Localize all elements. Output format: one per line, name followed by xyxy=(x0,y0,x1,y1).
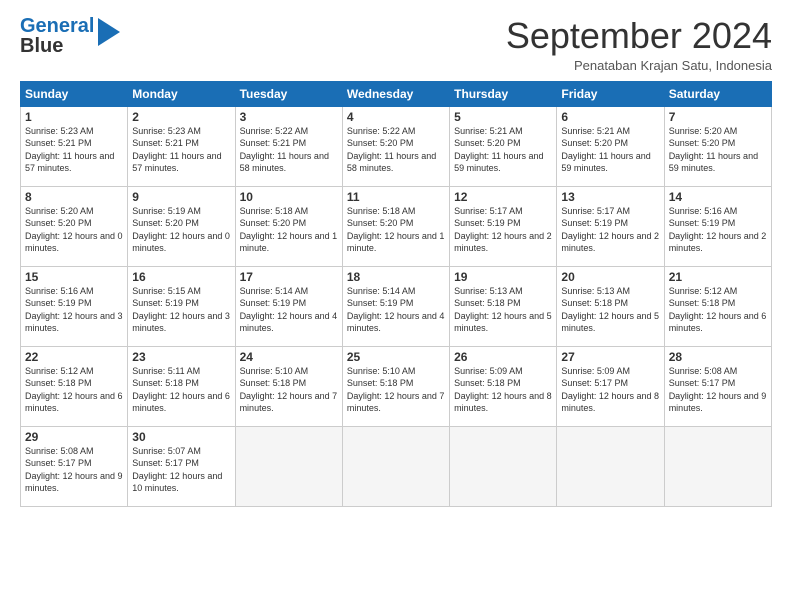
day-10: 10Sunrise: 5:18 AMSunset: 5:20 PMDayligh… xyxy=(235,186,342,266)
day-28: 28Sunrise: 5:08 AMSunset: 5:17 PMDayligh… xyxy=(664,346,771,426)
day-8: 8Sunrise: 5:20 AMSunset: 5:20 PMDaylight… xyxy=(21,186,128,266)
day-16: 16Sunrise: 5:15 AMSunset: 5:19 PMDayligh… xyxy=(128,266,235,346)
day-empty xyxy=(664,426,771,506)
day-20: 20Sunrise: 5:13 AMSunset: 5:18 PMDayligh… xyxy=(557,266,664,346)
calendar-table: Sunday Monday Tuesday Wednesday Thursday… xyxy=(20,81,772,507)
day-14: 14Sunrise: 5:16 AMSunset: 5:19 PMDayligh… xyxy=(664,186,771,266)
col-friday: Friday xyxy=(557,81,664,106)
day-empty xyxy=(342,426,449,506)
day-12: 12Sunrise: 5:17 AMSunset: 5:19 PMDayligh… xyxy=(450,186,557,266)
day-21: 21Sunrise: 5:12 AMSunset: 5:18 PMDayligh… xyxy=(664,266,771,346)
day-26: 26Sunrise: 5:09 AMSunset: 5:18 PMDayligh… xyxy=(450,346,557,426)
day-9: 9Sunrise: 5:19 AMSunset: 5:20 PMDaylight… xyxy=(128,186,235,266)
day-empty xyxy=(235,426,342,506)
calendar-header-row: Sunday Monday Tuesday Wednesday Thursday… xyxy=(21,81,772,106)
day-11: 11Sunrise: 5:18 AMSunset: 5:20 PMDayligh… xyxy=(342,186,449,266)
day-23: 23Sunrise: 5:11 AMSunset: 5:18 PMDayligh… xyxy=(128,346,235,426)
logo-general: General xyxy=(20,16,94,36)
day-24: 24Sunrise: 5:10 AMSunset: 5:18 PMDayligh… xyxy=(235,346,342,426)
col-saturday: Saturday xyxy=(664,81,771,106)
location: Penataban Krajan Satu, Indonesia xyxy=(506,58,772,73)
day-5: 5Sunrise: 5:21 AMSunset: 5:20 PMDaylight… xyxy=(450,106,557,186)
day-27: 27Sunrise: 5:09 AMSunset: 5:17 PMDayligh… xyxy=(557,346,664,426)
day-3: 3Sunrise: 5:22 AMSunset: 5:21 PMDaylight… xyxy=(235,106,342,186)
day-7: 7Sunrise: 5:20 AMSunset: 5:20 PMDaylight… xyxy=(664,106,771,186)
col-tuesday: Tuesday xyxy=(235,81,342,106)
logo: General Blue xyxy=(20,16,120,56)
title-block: September 2024 Penataban Krajan Satu, In… xyxy=(506,16,772,73)
day-4: 4Sunrise: 5:22 AMSunset: 5:20 PMDaylight… xyxy=(342,106,449,186)
day-empty xyxy=(450,426,557,506)
day-6: 6Sunrise: 5:21 AMSunset: 5:20 PMDaylight… xyxy=(557,106,664,186)
day-25: 25Sunrise: 5:10 AMSunset: 5:18 PMDayligh… xyxy=(342,346,449,426)
calendar-week-3: 15Sunrise: 5:16 AMSunset: 5:19 PMDayligh… xyxy=(21,266,772,346)
day-30: 30Sunrise: 5:07 AMSunset: 5:17 PMDayligh… xyxy=(128,426,235,506)
col-wednesday: Wednesday xyxy=(342,81,449,106)
logo-arrow-icon xyxy=(98,18,120,46)
day-13: 13Sunrise: 5:17 AMSunset: 5:19 PMDayligh… xyxy=(557,186,664,266)
day-17: 17Sunrise: 5:14 AMSunset: 5:19 PMDayligh… xyxy=(235,266,342,346)
day-18: 18Sunrise: 5:14 AMSunset: 5:19 PMDayligh… xyxy=(342,266,449,346)
month-title: September 2024 xyxy=(506,16,772,56)
calendar-week-4: 22Sunrise: 5:12 AMSunset: 5:18 PMDayligh… xyxy=(21,346,772,426)
day-2: 2Sunrise: 5:23 AMSunset: 5:21 PMDaylight… xyxy=(128,106,235,186)
calendar-week-5: 29Sunrise: 5:08 AMSunset: 5:17 PMDayligh… xyxy=(21,426,772,506)
day-29: 29Sunrise: 5:08 AMSunset: 5:17 PMDayligh… xyxy=(21,426,128,506)
calendar-week-1: 1Sunrise: 5:23 AMSunset: 5:21 PMDaylight… xyxy=(21,106,772,186)
day-empty xyxy=(557,426,664,506)
header: General Blue September 2024 Penataban Kr… xyxy=(20,16,772,73)
calendar-week-2: 8Sunrise: 5:20 AMSunset: 5:20 PMDaylight… xyxy=(21,186,772,266)
col-monday: Monday xyxy=(128,81,235,106)
day-19: 19Sunrise: 5:13 AMSunset: 5:18 PMDayligh… xyxy=(450,266,557,346)
day-15: 15Sunrise: 5:16 AMSunset: 5:19 PMDayligh… xyxy=(21,266,128,346)
day-22: 22Sunrise: 5:12 AMSunset: 5:18 PMDayligh… xyxy=(21,346,128,426)
day-1: 1Sunrise: 5:23 AMSunset: 5:21 PMDaylight… xyxy=(21,106,128,186)
col-sunday: Sunday xyxy=(21,81,128,106)
page: General Blue September 2024 Penataban Kr… xyxy=(0,0,792,612)
col-thursday: Thursday xyxy=(450,81,557,106)
logo-blue: Blue xyxy=(20,36,94,56)
